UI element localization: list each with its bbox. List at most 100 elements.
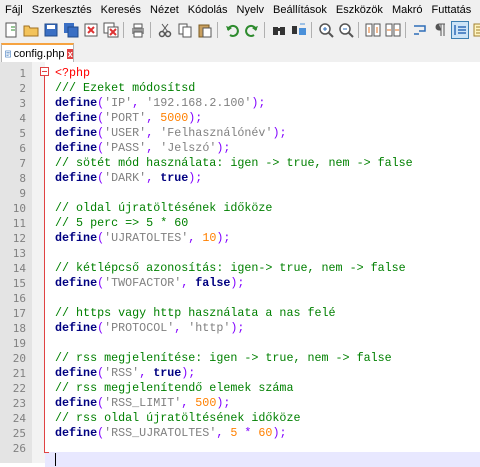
menu-item-4[interactable]: Kódolás (183, 4, 232, 16)
undo-button[interactable] (223, 21, 241, 39)
code-token: ); (272, 426, 287, 440)
menu-item-2[interactable]: Keresés (96, 4, 145, 16)
code-token: // rss megjelenítendő elemek száma (55, 381, 294, 395)
code-line: define('RSS_LIMIT', 500); (55, 396, 230, 411)
code-token: // kétlépcső azonosítás: igen-> true, ne… (55, 261, 406, 275)
zoom-out-button[interactable] (337, 21, 355, 39)
menu-item-5[interactable]: Nyelv (232, 4, 269, 16)
code-token: 'RSS_LIMIT' (104, 396, 182, 410)
code-token: 500 (195, 396, 217, 410)
code-token: define (55, 96, 98, 110)
menu-item-9[interactable]: Futtatás (427, 4, 476, 16)
redo-button[interactable] (243, 21, 261, 39)
tab-label: config.php (13, 47, 65, 60)
code-token: define (55, 321, 98, 335)
code-line: // 5 perc => 5 * 60 (55, 216, 188, 231)
code-token: , (132, 96, 147, 110)
word-wrap-button[interactable] (411, 21, 429, 39)
print-button[interactable] (129, 21, 147, 39)
doc-map-button[interactable] (471, 21, 480, 39)
tab-config-php[interactable]: config.php x (1, 43, 74, 62)
line-number: 25 (12, 427, 26, 440)
print-icon (132, 23, 144, 38)
code-token: 'PROTOCOL' (104, 321, 175, 335)
code-token: ); (230, 276, 245, 290)
menu-item-6[interactable]: Beállítások (268, 4, 331, 16)
code-line: define('PROTOCOL', 'http'); (55, 321, 244, 336)
menu-item-8[interactable]: Makró (387, 4, 427, 16)
redo-icon (245, 24, 258, 37)
new-file-button[interactable] (2, 21, 20, 39)
code-token: ); (216, 231, 231, 245)
line-number: 14 (12, 262, 26, 275)
code-token: ); (188, 111, 203, 125)
code-token: // sötét mód használata: igen -> true, n… (55, 156, 413, 170)
line-number: 26 (12, 442, 26, 455)
code-token: '192.168.2.100' (146, 96, 252, 110)
replace-button[interactable] (290, 21, 308, 39)
code-token: // rss oldal újratöltésének időköze (55, 411, 301, 425)
code-line: define('USER', 'Felhasználónév'); (55, 126, 286, 141)
tab-close-icon[interactable]: x (67, 48, 73, 59)
menu-item-1[interactable]: Szerkesztés (27, 4, 96, 16)
code-line: // rss megjelenítése: igen -> true, nem … (55, 351, 392, 366)
code-token: false (195, 276, 231, 290)
toolbar-separator (123, 22, 124, 38)
code-token: 'IP' (104, 96, 133, 110)
code-token: , (146, 171, 161, 185)
toolbar-separator (264, 22, 265, 38)
close-button[interactable] (82, 21, 100, 39)
menu-item-3[interactable]: Nézet (145, 4, 183, 16)
menu-item-7[interactable]: Eszközök (331, 4, 387, 16)
line-number: 9 (19, 187, 26, 200)
line-number: 17 (12, 307, 26, 320)
code-token: 'DARK' (104, 171, 147, 185)
copy-button[interactable] (176, 21, 194, 39)
code-token: define (55, 396, 98, 410)
copy-icon (178, 23, 192, 38)
fold-toggle-icon[interactable] (40, 67, 49, 76)
menu-item-0[interactable]: Fájl (0, 4, 27, 16)
open-file-button[interactable] (22, 21, 40, 39)
find-button[interactable] (270, 21, 288, 39)
sync-vertical-button[interactable] (364, 21, 382, 39)
paste-icon (198, 24, 212, 38)
line-number: 1 (19, 67, 26, 80)
undo-icon (226, 24, 239, 37)
code-token: define (55, 126, 98, 140)
menu-item-10[interactable]: Bővítm (475, 4, 480, 16)
code-token: 60 (258, 426, 273, 440)
zoom-in-icon (319, 23, 334, 38)
open-file-icon (23, 25, 39, 37)
line-number: 12 (12, 232, 26, 245)
code-line: // sötét mód használata: igen -> true, n… (55, 156, 413, 171)
code-token: define (55, 141, 98, 155)
save-all-button[interactable] (62, 21, 80, 39)
code-token: ); (272, 126, 287, 140)
zoom-out-icon (339, 23, 354, 38)
code-line: define('RSS_UJRATOLTES', 5 * 60); (55, 426, 286, 441)
code-line: <?php (55, 66, 90, 81)
code-editor[interactable]: 1 2 3 4 5 6 7 8 9 10 11 12 13 14 15 16 17 18 19 20 21 22 23 24 2… (0, 62, 480, 467)
code-line: // oldal újratöltésének időköze (55, 201, 272, 216)
menu-bar: Fájl Szerkesztés Keresés Nézet Kódolás Nyelv B… (0, 0, 480, 19)
line-number: 19 (12, 337, 26, 350)
code-line: define('TWOFACTOR', false); (55, 276, 244, 291)
line-number: 16 (12, 292, 26, 305)
paste-button[interactable] (196, 21, 214, 39)
sync-horizontal-button[interactable] (384, 21, 402, 39)
fold-line (44, 76, 45, 452)
indent-guide-button[interactable] (451, 21, 469, 39)
code-token: /// Ezeket módosítsd (55, 81, 196, 95)
zoom-in-button[interactable] (317, 21, 335, 39)
toolbar-separator (150, 22, 151, 38)
code-token: , (146, 126, 161, 140)
show-all-chars-button[interactable] (431, 21, 449, 39)
sync-vertical-icon (365, 23, 381, 37)
toolbar-separator (358, 22, 359, 38)
code-token: , (216, 426, 231, 440)
code-token: * (237, 426, 259, 440)
close-all-button[interactable] (102, 21, 120, 39)
save-button[interactable] (42, 21, 60, 39)
cut-button[interactable] (156, 21, 174, 39)
